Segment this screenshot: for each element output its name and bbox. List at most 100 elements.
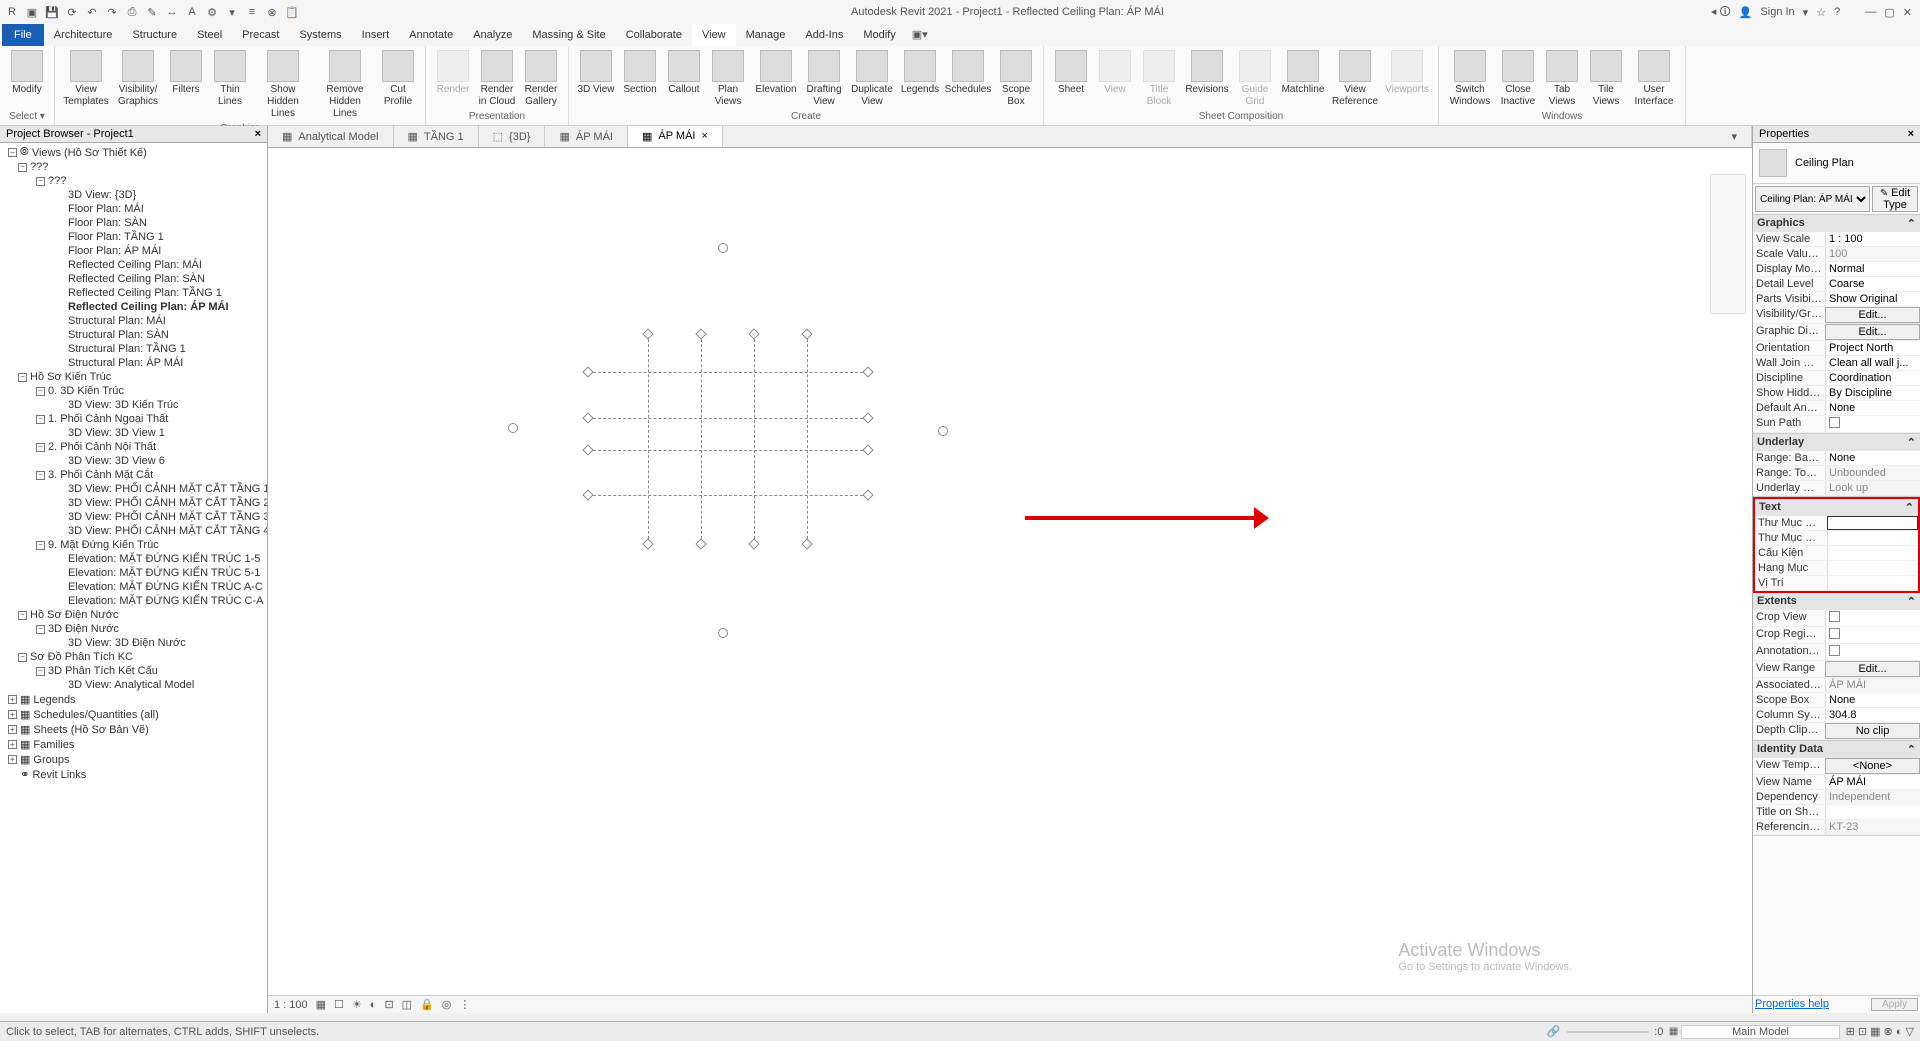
- tree-item[interactable]: 3D View: PHỐI CẢNH MẶT CẮT TẦNG 3: [0, 510, 267, 524]
- crop-icon[interactable]: ⊡: [384, 998, 393, 1011]
- prop-group-extents[interactable]: Extents⌃: [1753, 593, 1920, 610]
- prop-crop-region[interactable]: [1825, 627, 1920, 643]
- doc-tabs-overflow[interactable]: ▾: [1717, 126, 1752, 147]
- shadows-icon[interactable]: ◐: [370, 999, 377, 1011]
- tab-insert[interactable]: Insert: [352, 24, 400, 46]
- visual-style-icon[interactable]: ☐: [334, 998, 344, 1011]
- switch-windows-button[interactable]: Switch Windows: [1445, 48, 1495, 110]
- tree-item[interactable]: Groups: [33, 754, 69, 766]
- tab-manage[interactable]: Manage: [736, 24, 796, 46]
- scale-control[interactable]: 1 : 100: [274, 999, 308, 1011]
- elevation-button[interactable]: Elevation: [751, 48, 801, 98]
- tree-item[interactable]: 3D View: 3D View 6: [0, 454, 267, 468]
- close-hidden-icon[interactable]: ⊗: [264, 4, 280, 20]
- render-cloud-button[interactable]: Render in Cloud: [476, 48, 518, 110]
- tree-item[interactable]: 3D View: 3D View 1: [0, 426, 267, 440]
- status-icons[interactable]: ⊞ ⊡ ▦ ⊗ ◐ ▽: [1846, 1025, 1914, 1038]
- tree-item[interactable]: 3D View: 3D Điện Nước: [0, 636, 267, 650]
- elevation-marker[interactable]: [718, 243, 728, 253]
- tree-item[interactable]: 3D View: 3D Kiến Trúc: [0, 398, 267, 412]
- settings-icon[interactable]: ⚙: [204, 4, 220, 20]
- render-gallery-button[interactable]: Render Gallery: [520, 48, 562, 110]
- prop-vis-graphics-edit[interactable]: Edit...: [1825, 307, 1920, 323]
- close-button[interactable]: ✕: [1903, 6, 1912, 19]
- thin-lines-icon[interactable]: ≡: [244, 4, 260, 20]
- filters-button[interactable]: Filters: [165, 48, 207, 98]
- tab-analyze[interactable]: Analyze: [463, 24, 522, 46]
- redo-icon[interactable]: ↷: [104, 4, 120, 20]
- crop-region-icon[interactable]: ◫: [402, 998, 412, 1011]
- tab-systems[interactable]: Systems: [289, 24, 351, 46]
- view-control-bar[interactable]: 1 : 100 ▦ ☐ ☀ ◐ ⊡ ◫ 🔒 ◎ ⋮: [268, 995, 1752, 1013]
- tab-view[interactable]: View: [692, 24, 736, 46]
- tab-views-button[interactable]: Tab Views: [1541, 48, 1583, 110]
- prop-group-identity[interactable]: Identity Data⌃: [1753, 741, 1920, 758]
- tree-item[interactable]: Reflected Ceiling Plan: MÁI: [0, 258, 267, 272]
- detail-level-icon[interactable]: ▦: [316, 998, 326, 1011]
- tab-architecture[interactable]: Architecture: [44, 24, 123, 46]
- matchline-button[interactable]: Matchline: [1278, 48, 1328, 98]
- type-selector[interactable]: Ceiling Plan: ÁP MÁI: [1755, 186, 1870, 212]
- measure-icon[interactable]: ✎: [144, 4, 160, 20]
- tree-item[interactable]: Elevation: MẶT ĐỨNG KIẾN TRÚC A-C: [0, 580, 267, 594]
- prop-sun-path[interactable]: [1825, 416, 1920, 432]
- revisions-button[interactable]: Revisions: [1182, 48, 1232, 98]
- schedules-button[interactable]: Schedules: [943, 48, 993, 98]
- tab-addins[interactable]: Add-Ins: [795, 24, 853, 46]
- doc-tab[interactable]: ⬚ {3D}: [479, 126, 546, 147]
- scope-box-button[interactable]: Scope Box: [995, 48, 1037, 110]
- prop-group-underlay[interactable]: Underlay⌃: [1753, 434, 1920, 451]
- duplicate-view-button[interactable]: Duplicate View: [847, 48, 897, 110]
- select-dropdown[interactable]: Select ▾: [9, 110, 45, 123]
- more-icon[interactable]: ▾: [224, 4, 240, 20]
- close-tab-icon[interactable]: ×: [701, 130, 707, 142]
- project-browser-close[interactable]: ×: [255, 128, 261, 140]
- properties-help-link[interactable]: Properties help: [1755, 998, 1871, 1011]
- doc-tab-active[interactable]: ▦ ÁP MÁI ×: [628, 126, 723, 147]
- print-icon[interactable]: ⎙: [124, 4, 140, 20]
- 3d-view-button[interactable]: 3D View: [575, 48, 617, 98]
- tab-collaborate[interactable]: Collaborate: [616, 24, 692, 46]
- tree-item[interactable]: 3D View: Analytical Model: [0, 678, 267, 692]
- project-browser-tree[interactable]: − ⦾ Views (Hồ Sơ Thiết Kế) − ??? − ??? 3…: [0, 143, 267, 1013]
- tree-item[interactable]: Hồ Sơ Kiến Trúc: [30, 371, 111, 383]
- prop-parts-visibility[interactable]: Show Original: [1825, 292, 1920, 306]
- sync-icon[interactable]: ⟳: [64, 4, 80, 20]
- minimize-button[interactable]: —: [1865, 6, 1876, 18]
- prop-view-scale[interactable]: 1 : 100: [1825, 232, 1920, 246]
- prop-show-hidden[interactable]: By Discipline: [1825, 386, 1920, 400]
- tree-item[interactable]: 3D View: PHỐI CẢNH MẶT CẮT TẦNG 2: [0, 496, 267, 510]
- navigation-bar[interactable]: [1710, 174, 1746, 314]
- tab-precast[interactable]: Precast: [232, 24, 289, 46]
- doc-tab[interactable]: ▦ ÁP MÁI: [545, 126, 628, 147]
- properties-close[interactable]: ×: [1908, 128, 1914, 140]
- user-icon[interactable]: 👤: [1739, 6, 1753, 19]
- tab-structure[interactable]: Structure: [122, 24, 187, 46]
- view-templates-button[interactable]: View Templates: [61, 48, 111, 110]
- apply-button[interactable]: Apply: [1871, 998, 1918, 1011]
- cut-profile-button[interactable]: Cut Profile: [377, 48, 419, 110]
- show-hidden-button[interactable]: Show Hidden Lines: [253, 48, 313, 122]
- section-button[interactable]: Section: [619, 48, 661, 98]
- prop-depth-clip[interactable]: No clip: [1825, 723, 1920, 739]
- doc-tab[interactable]: ▦ Analytical Model: [268, 126, 394, 147]
- tree-item[interactable]: Floor Plan: MÁI: [0, 202, 267, 216]
- prop-crop-view[interactable]: [1825, 610, 1920, 626]
- tab-modify[interactable]: Modify: [853, 24, 905, 46]
- prop-group-text[interactable]: Text⌃: [1755, 499, 1918, 516]
- elevation-marker[interactable]: [938, 426, 948, 436]
- prop-cau-kien[interactable]: [1827, 546, 1918, 560]
- dimension-icon[interactable]: ↔: [164, 4, 180, 20]
- prop-graphic-display-edit[interactable]: Edit...: [1825, 324, 1920, 340]
- tree-item[interactable]: Revit Links: [32, 769, 86, 781]
- drafting-view-button[interactable]: Drafting View: [803, 48, 845, 110]
- favorites-icon[interactable]: ☆: [1816, 6, 1826, 19]
- prop-annotation-cr[interactable]: [1825, 644, 1920, 660]
- prop-wall-join[interactable]: Clean all wall j...: [1825, 356, 1920, 370]
- sun-path-icon[interactable]: ☀: [352, 998, 362, 1011]
- tree-item[interactable]: Families: [33, 739, 74, 751]
- tree-item[interactable]: 3D View: {3D}: [0, 188, 267, 202]
- tree-item[interactable]: Elevation: MẶT ĐỨNG KIẾN TRÚC C-A: [0, 594, 267, 608]
- open-icon[interactable]: ▣: [24, 4, 40, 20]
- sign-in-link[interactable]: Sign In: [1760, 6, 1794, 18]
